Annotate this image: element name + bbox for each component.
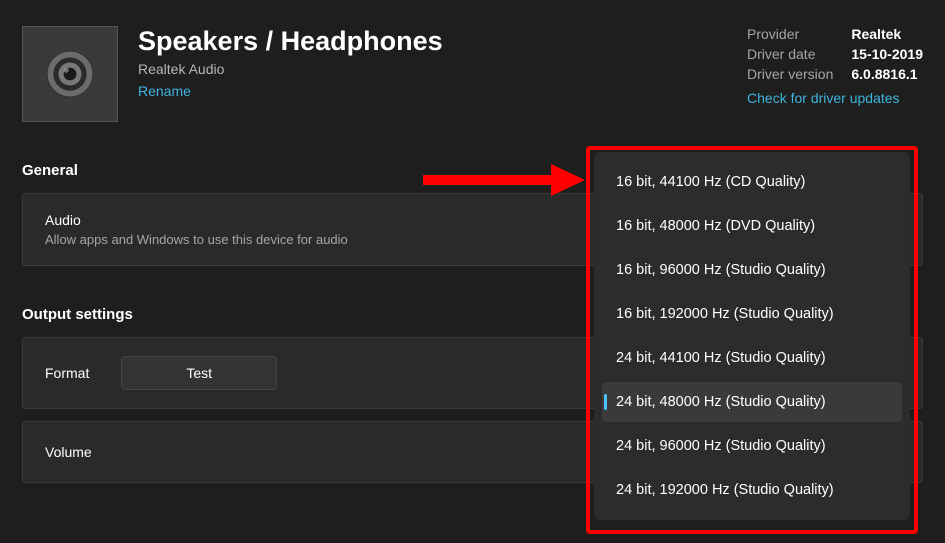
driver-version-value: 6.0.8816.1 <box>851 66 923 82</box>
format-option[interactable]: 24 bit, 192000 Hz (Studio Quality) <box>602 470 902 510</box>
audio-card-title: Audio <box>45 212 348 228</box>
device-subtitle: Realtek Audio <box>138 61 727 77</box>
provider-value: Realtek <box>851 26 923 42</box>
format-option[interactable]: 16 bit, 192000 Hz (Studio Quality) <box>602 294 902 334</box>
driver-date-value: 15-10-2019 <box>851 46 923 62</box>
audio-card-desc: Allow apps and Windows to use this devic… <box>45 232 348 247</box>
device-title: Speakers / Headphones <box>138 26 727 57</box>
rename-link[interactable]: Rename <box>138 83 727 99</box>
format-option[interactable]: 16 bit, 48000 Hz (DVD Quality) <box>602 206 902 246</box>
format-option[interactable]: 16 bit, 96000 Hz (Studio Quality) <box>602 250 902 290</box>
volume-label: Volume <box>45 444 92 460</box>
speaker-icon <box>22 26 118 122</box>
format-option[interactable]: 24 bit, 44100 Hz (Studio Quality) <box>602 338 902 378</box>
driver-version-label: Driver version <box>747 66 833 82</box>
format-option[interactable]: 24 bit, 96000 Hz (Studio Quality) <box>602 426 902 466</box>
format-label: Format <box>45 365 89 381</box>
provider-label: Provider <box>747 26 833 42</box>
driver-date-label: Driver date <box>747 46 833 62</box>
format-option[interactable]: 24 bit, 48000 Hz (Studio Quality) <box>602 382 902 422</box>
driver-meta: Provider Realtek Driver date 15-10-2019 … <box>747 26 923 106</box>
format-dropdown[interactable]: 16 bit, 44100 Hz (CD Quality)16 bit, 480… <box>594 152 910 520</box>
check-updates-link[interactable]: Check for driver updates <box>747 90 923 106</box>
format-option[interactable]: 16 bit, 44100 Hz (CD Quality) <box>602 162 902 202</box>
device-header: Speakers / Headphones Realtek Audio Rena… <box>22 26 923 122</box>
test-button[interactable]: Test <box>121 356 277 390</box>
